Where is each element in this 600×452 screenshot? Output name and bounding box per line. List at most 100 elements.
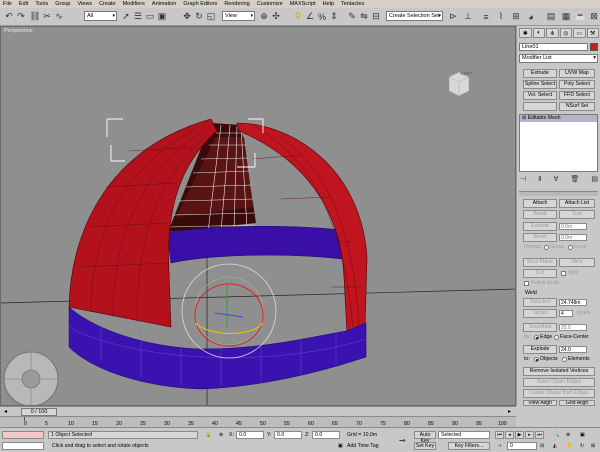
spinner-snap-icon[interactable]: ⇕ [328, 10, 340, 23]
select-rotate-icon[interactable]: ↻ [193, 10, 205, 23]
modifier-extrude-button[interactable]: Extrude [523, 69, 557, 78]
time-config-icon[interactable]: ⊟ [540, 443, 544, 449]
maxscript-listener-mini-output[interactable] [2, 442, 44, 450]
explode-elements-radio[interactable] [562, 357, 567, 362]
prev-frame-icon[interactable]: ◂ [505, 431, 514, 439]
tab-display[interactable]: ▭ [573, 28, 586, 38]
modifier-list-dropdown[interactable]: Modifier List ▾ [519, 54, 598, 63]
modifier-empty-button[interactable] [523, 102, 557, 111]
mirror-icon[interactable]: ⇋ [358, 10, 370, 23]
create-shape-from-edges-button[interactable]: Create Shape from Edges [523, 389, 595, 398]
menu-customize[interactable]: Customize [257, 1, 283, 7]
add-time-tag-button[interactable]: Add Time Tag [347, 443, 379, 449]
z-coord-field[interactable]: 0.0 [312, 431, 340, 439]
reference-coordinate-dropdown[interactable]: View ▾ [222, 11, 255, 21]
lock-selection-icon[interactable]: 🔒 [205, 432, 211, 438]
current-frame-field[interactable]: 0 [507, 442, 537, 450]
maximize-viewport-icon[interactable]: ⊞ [591, 443, 595, 449]
window-crossing-icon[interactable]: ▣ [156, 10, 168, 23]
unlink-icon[interactable]: ✂ [41, 10, 53, 23]
tessellate-face-center-radio[interactable] [554, 335, 559, 340]
next-frame-icon[interactable]: ▸ [525, 431, 534, 439]
rect-selection-icon[interactable]: ▭ [144, 10, 156, 23]
object-name-field[interactable]: Line01 [519, 43, 588, 51]
bevel-button[interactable]: Bevel [523, 233, 557, 242]
menu-create[interactable]: Create [99, 1, 116, 7]
time-tag-icon[interactable]: ▣ [338, 443, 343, 449]
modifier-poly-select-button[interactable]: Poly Select [559, 80, 595, 89]
pan-icon[interactable]: ✋ [566, 443, 572, 449]
pin-stack-icon[interactable]: ⊣ [520, 175, 526, 185]
menu-help[interactable]: Help [323, 1, 334, 7]
goto-start-icon[interactable]: ⏮ [495, 431, 504, 439]
select-scale-icon[interactable]: ◱ [205, 10, 217, 23]
selection-filter-dropdown[interactable]: All ▾ [84, 11, 117, 21]
menu-maxscript[interactable]: MAXScript [290, 1, 316, 7]
align-tool-icon[interactable]: ⊥ [462, 10, 474, 23]
time-slider-next-icon[interactable]: ▸ [508, 408, 511, 415]
tessellate-tension-field[interactable]: 25.0 [559, 324, 587, 331]
select-by-name-icon[interactable]: ☰ [132, 10, 144, 23]
weld-threshold-field[interactable]: 24.748m [559, 299, 587, 306]
menu-animation[interactable]: Animation [152, 1, 176, 7]
menu-graph-editors[interactable]: Graph Editors [183, 1, 217, 7]
remove-modifier-icon[interactable]: 🗑 [570, 175, 579, 185]
key-mode-dropdown[interactable]: Selected [438, 431, 490, 439]
render-frame-icon[interactable]: ▦ [560, 10, 572, 23]
extrude-button[interactable]: Extrude [523, 222, 557, 231]
weld-target-pixels-field[interactable]: 4 [559, 310, 573, 317]
pivot-center-icon[interactable]: ⊕ [258, 10, 270, 23]
snap-toggle-icon[interactable]: ⚲ [292, 10, 304, 23]
absolute-mode-icon[interactable]: ⊕ [219, 432, 223, 438]
time-slider-prev-icon[interactable]: ◂ [4, 408, 7, 415]
redo-icon[interactable]: ↷ [15, 10, 27, 23]
steering-wheel[interactable] [3, 351, 59, 406]
slice-button[interactable]: Slice [559, 258, 595, 267]
configure-sets-icon[interactable]: ▤ [591, 175, 598, 185]
manipulate-icon[interactable]: ✣ [270, 10, 282, 23]
select-object-icon[interactable]: ➚ [120, 10, 132, 23]
tab-modify[interactable]: ◐ [532, 28, 545, 38]
undo-icon[interactable]: ↶ [3, 10, 15, 23]
perspective-viewport[interactable]: Perspective LEFT [0, 26, 516, 406]
menu-modifiers[interactable]: Modifiers [123, 1, 145, 7]
y-coord-field[interactable]: 0.0 [274, 431, 302, 439]
tab-create[interactable]: ✱ [519, 28, 532, 38]
zoom-all-icon[interactable]: ⊕ [566, 432, 570, 438]
set-key-button[interactable]: Set Key [414, 442, 436, 450]
edit-named-selection-icon[interactable]: ✎ [346, 10, 358, 23]
edit-geometry-rollout-header[interactable] [519, 191, 598, 196]
material-editor-icon[interactable]: ◕ [525, 10, 537, 23]
tab-hierarchy[interactable]: ⋔ [546, 28, 559, 38]
angle-snap-icon[interactable]: ∠ [304, 10, 316, 23]
key-icon[interactable]: ⊸ [399, 436, 406, 445]
weld-target-button[interactable]: Target [523, 309, 557, 318]
show-end-result-icon[interactable]: Ⅱ [538, 175, 541, 185]
x-coord-field[interactable]: 0.0 [236, 431, 264, 439]
quick-render-icon[interactable]: ☕ [575, 10, 587, 23]
render-last-icon[interactable]: ⊠ [588, 10, 600, 23]
zoom-icon[interactable]: 🔍 [553, 432, 559, 438]
tab-utilities[interactable]: ⚒ [586, 28, 599, 38]
key-filters-button[interactable]: Key Filters... [448, 442, 490, 450]
track-bar[interactable]: 0 5 10 15 20 25 30 35 40 45 50 55 60 65 … [0, 416, 516, 427]
align-icon[interactable]: ⊟ [370, 10, 382, 23]
bind-space-warp-icon[interactable]: ∿ [53, 10, 65, 23]
modifier-stack[interactable]: ⊞ Editable Mesh [519, 114, 598, 172]
menu-rendering[interactable]: Rendering [224, 1, 249, 7]
turn-button[interactable]: Turn [559, 210, 595, 219]
menu-file[interactable]: File [3, 1, 12, 7]
schematic-view-icon[interactable]: ⊞ [510, 10, 522, 23]
layer-manager-icon[interactable]: ≡ [480, 10, 492, 23]
orbit-icon[interactable]: ↻ [580, 443, 584, 449]
modifier-spline-select-button[interactable]: Spline Select [523, 80, 557, 89]
refine-ends-checkbox[interactable] [524, 281, 529, 286]
goto-end-icon[interactable]: ⏭ [535, 431, 544, 439]
auto-key-button[interactable]: Auto Key [414, 431, 436, 444]
viewcube-label[interactable]: LEFT [461, 71, 472, 76]
field-of-view-icon[interactable]: ◭ [553, 443, 557, 449]
menu-views[interactable]: Views [78, 1, 93, 7]
attach-button[interactable]: Attach [523, 199, 557, 208]
menu-tools[interactable]: Tools [35, 1, 48, 7]
modifier-nsurf-sel-button[interactable]: NSurf Sel [559, 102, 595, 111]
